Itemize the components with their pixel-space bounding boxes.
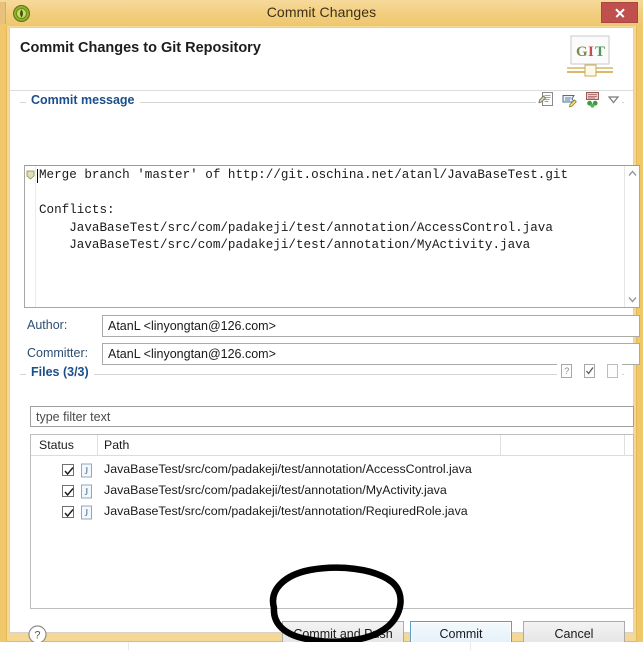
dialog-header: Commit Changes to Git Repository G I T bbox=[10, 28, 633, 91]
table-row[interactable]: J JavaBaseTest/src/com/padakeji/test/ann… bbox=[31, 481, 633, 502]
file-path[interactable]: JavaBaseTest/src/com/padakeji/test/annot… bbox=[104, 504, 468, 518]
committer-input[interactable]: AtanL <linyongtan@126.com> bbox=[102, 343, 640, 365]
row-checkbox[interactable] bbox=[62, 485, 74, 497]
svg-text:G: G bbox=[576, 44, 588, 60]
desktop-divider bbox=[128, 642, 129, 650]
row-checkbox[interactable] bbox=[62, 506, 74, 518]
files-group: Files (3/3) ? bbox=[20, 363, 624, 394]
svg-text:?: ? bbox=[34, 630, 40, 642]
svg-text:?: ? bbox=[564, 366, 569, 376]
table-header: Status Path bbox=[31, 435, 633, 456]
java-file-icon: J bbox=[80, 484, 93, 499]
table-row[interactable]: J JavaBaseTest/src/com/padakeji/test/ann… bbox=[31, 502, 633, 523]
dialog-body: Commit Changes to Git Repository G I T C… bbox=[9, 27, 640, 647]
commit-message-text[interactable]: Merge branch 'master' of http://git.osch… bbox=[39, 167, 619, 306]
commit-message-group: Commit message bbox=[20, 91, 624, 172]
commit-marker-icon bbox=[26, 167, 35, 180]
group-divider bbox=[20, 374, 624, 375]
committer-label: Committer: bbox=[27, 346, 89, 360]
amend-previous-commit-icon[interactable] bbox=[538, 91, 555, 108]
column-divider[interactable] bbox=[624, 435, 625, 456]
files-toolbar: ? bbox=[557, 363, 622, 379]
java-file-icon: J bbox=[80, 463, 93, 478]
files-group-label: Files (3/3) bbox=[26, 365, 94, 379]
author-input[interactable]: AtanL <linyongtan@126.com> bbox=[102, 315, 640, 337]
close-icon[interactable] bbox=[601, 2, 638, 23]
show-untracked-files-icon[interactable]: ? bbox=[559, 363, 574, 379]
button-bar: ? Commit and Push Commit Cancel bbox=[10, 611, 633, 647]
git-logo-icon: G I T bbox=[563, 34, 617, 82]
scroll-down-arrow-icon[interactable] bbox=[625, 292, 639, 307]
commit-message-scrollbar[interactable] bbox=[624, 166, 639, 307]
commit-message-toolbar bbox=[536, 91, 622, 108]
file-path[interactable]: JavaBaseTest/src/com/padakeji/test/annot… bbox=[104, 483, 447, 497]
window-title: Commit Changes bbox=[266, 4, 377, 20]
title-bar[interactable]: Commit Changes bbox=[0, 0, 643, 26]
annotation-ruler bbox=[25, 166, 36, 307]
select-all-icon[interactable] bbox=[582, 363, 597, 379]
column-divider[interactable] bbox=[97, 435, 98, 456]
desktop-divider bbox=[470, 642, 471, 650]
author-row: Author: AtanL <linyongtan@126.com> bbox=[24, 315, 640, 337]
commit-message-group-label: Commit message bbox=[26, 93, 140, 107]
column-divider[interactable] bbox=[500, 435, 501, 456]
add-change-id-icon[interactable] bbox=[584, 91, 601, 108]
file-path[interactable]: JavaBaseTest/src/com/padakeji/test/annot… bbox=[104, 462, 472, 476]
table-row[interactable]: J JavaBaseTest/src/com/padakeji/test/ann… bbox=[31, 460, 633, 481]
scroll-up-arrow-icon[interactable] bbox=[625, 166, 639, 181]
deselect-all-icon[interactable] bbox=[605, 363, 620, 379]
filter-input[interactable]: type filter text bbox=[30, 406, 634, 427]
row-checkbox[interactable] bbox=[62, 464, 74, 476]
commit-message-input[interactable]: Merge branch 'master' of http://git.osch… bbox=[24, 165, 640, 308]
java-file-icon: J bbox=[80, 505, 93, 520]
committer-row: Committer: AtanL <linyongtan@126.com> bbox=[24, 343, 640, 365]
text-caret bbox=[37, 169, 38, 183]
column-header-path[interactable]: Path bbox=[104, 438, 129, 452]
signed-off-by-icon[interactable] bbox=[561, 91, 578, 108]
column-header-status[interactable]: Status bbox=[39, 438, 74, 452]
svg-text:J: J bbox=[85, 487, 89, 497]
author-label: Author: bbox=[27, 318, 68, 332]
files-table: Status Path J JavaBaseTest/src/com/padak… bbox=[30, 434, 634, 609]
chevron-down-icon[interactable] bbox=[607, 93, 620, 106]
desktop-background-strip bbox=[0, 642, 643, 650]
page-title: Commit Changes to Git Repository bbox=[20, 40, 261, 56]
svg-text:T: T bbox=[595, 44, 605, 60]
svg-text:J: J bbox=[85, 466, 89, 476]
svg-text:I: I bbox=[588, 44, 594, 60]
svg-text:J: J bbox=[85, 508, 89, 518]
dialog-window: Commit Changes Commit Changes to Git Rep… bbox=[0, 0, 643, 650]
